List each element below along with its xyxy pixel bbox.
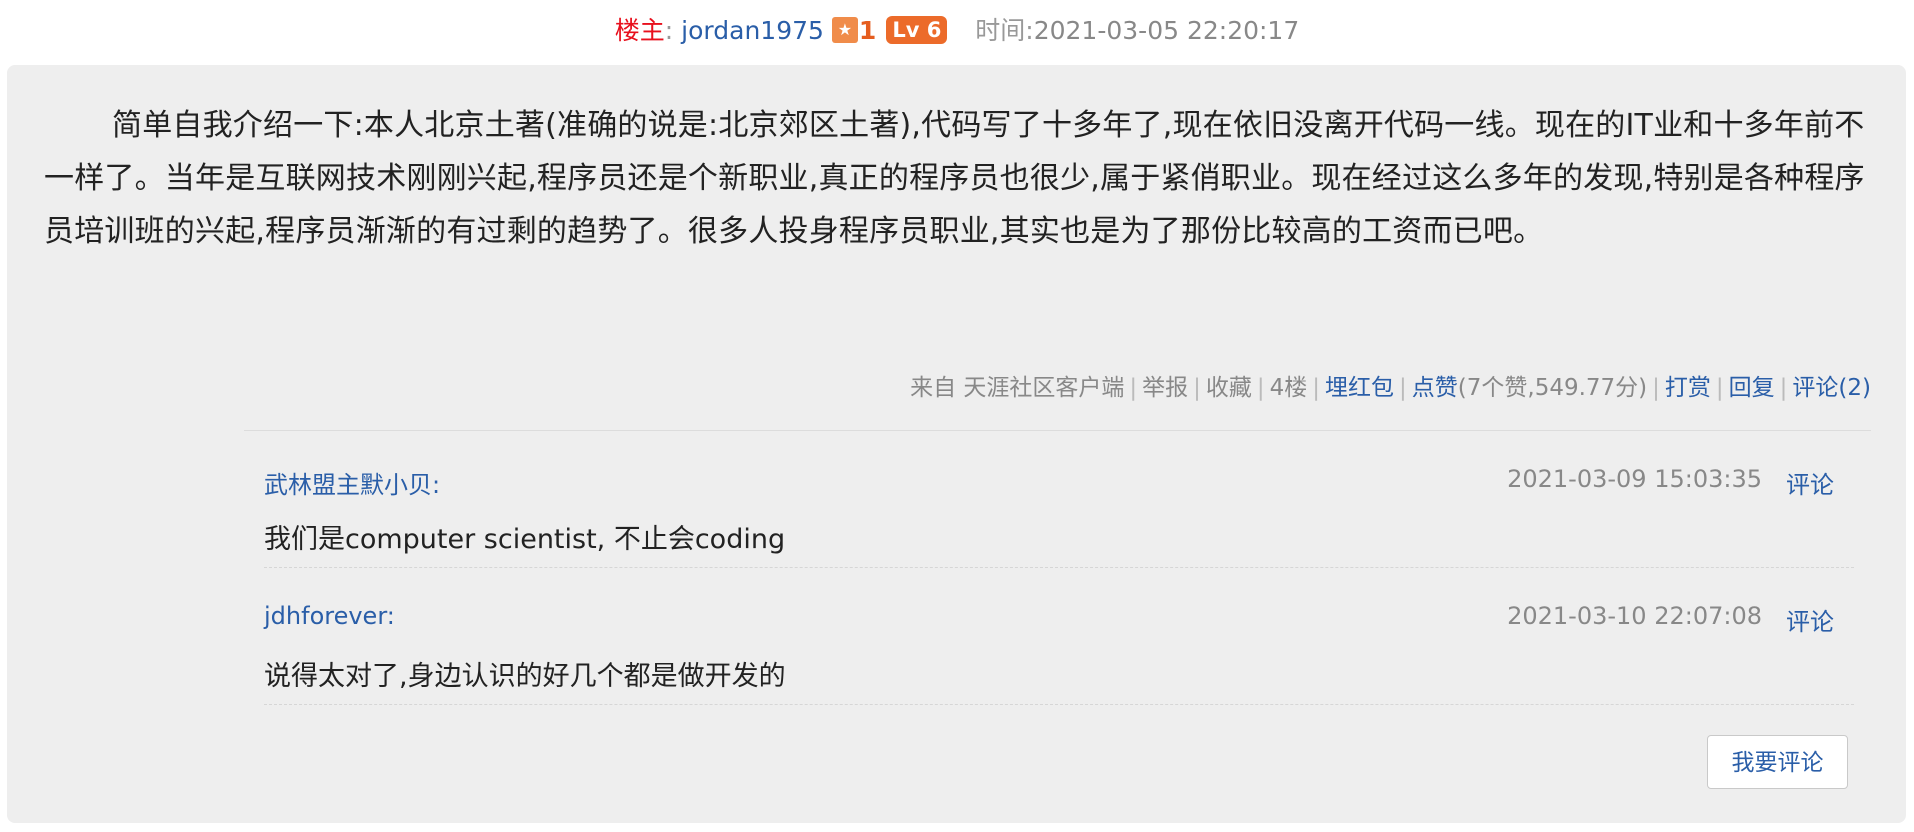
like-stats: (7个赞,549.77分) [1457,375,1648,401]
comment-reply-button[interactable]: 评论 [1786,602,1834,637]
divider: | [1312,375,1321,401]
author-username[interactable]: jordan1975 [681,16,824,45]
comment-time: 2021-03-10 22:07:08 [1507,602,1762,630]
owner-label: 楼主 [614,16,665,45]
divider: | [1779,375,1788,401]
comment-item: jdhforever: 2021-03-10 22:07:08 评论 说得太对了… [264,568,1854,705]
comment-reply-button[interactable]: 评论 [1786,465,1834,500]
comment-text: 说得太对了,身边认识的好几个都是做开发的 [264,661,786,692]
write-comment-button[interactable]: 我要评论 [1707,735,1848,789]
divider: | [1256,375,1265,401]
reply-link[interactable]: 回复 [1729,375,1775,401]
star-badge[interactable]: ★ [831,17,858,43]
level-badge[interactable]: Lv 6 [886,16,948,44]
like-link[interactable]: 点赞 [1412,375,1458,401]
comment-item: 武林盟主默小贝: 2021-03-09 15:03:35 评论 我们是compu… [264,431,1854,568]
comment-list: 武林盟主默小贝: 2021-03-09 15:03:35 评论 我们是compu… [244,430,1871,705]
comment-text: 我们是computer scientist, 不止会coding [264,524,786,555]
star-icon: ★ [837,20,853,39]
divider: | [1652,375,1660,401]
divider: | [1129,375,1138,401]
red-packet-link[interactable]: 埋红包 [1325,375,1394,401]
star-count: 1 [858,16,877,45]
comment-user[interactable]: jdhforever: [264,602,395,630]
divider: | [1715,375,1724,401]
comment-count-link[interactable]: 评论(2) [1792,375,1871,401]
post-body: 简单自我介绍一下:本人北京土著(准确的说是:北京郊区土著),代码写了十多年了,现… [44,108,1865,249]
post-time: 2021-03-05 22:20:17 [1033,16,1300,45]
time-label: 时间: [975,16,1034,45]
divider: | [1399,375,1407,401]
post-header: 楼主: jordan1975 ★ 1 Lv 6 时间:2021-03-05 22:20… [0,0,1914,62]
owner-colon: : [664,16,674,45]
comment-user[interactable]: 武林盟主默小贝: [264,465,440,500]
favorite-link[interactable]: 收藏 [1206,375,1252,401]
comment-time: 2021-03-09 15:03:35 [1507,465,1762,493]
report-link[interactable]: 举报 [1142,375,1188,401]
post-source: 来自 天涯社区客户端 [910,375,1125,401]
floor-number: 4楼 [1269,375,1308,401]
post-meta-bar: 来自 天涯社区客户端 | 举报 | 收藏 | 4楼 | 埋红包 | 点赞(7个赞,549.77分) |… [910,373,1871,403]
post-panel: 简单自我介绍一下:本人北京土著(准确的说是:北京郊区土著),代码写了十多年了,现… [7,65,1906,823]
tip-link[interactable]: 打赏 [1665,375,1711,401]
divider: | [1193,375,1201,401]
